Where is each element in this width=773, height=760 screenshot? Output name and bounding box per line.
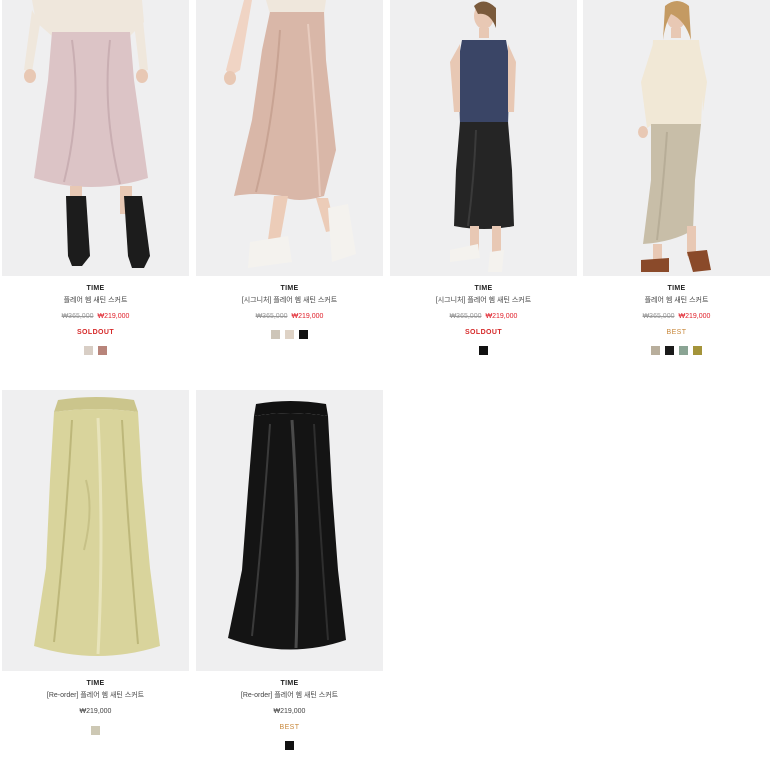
product-card[interactable]: TIME [Re-order] 플레어 헴 새틴 스커트 ₩219,000 BE… <box>196 390 383 750</box>
product-image[interactable] <box>196 390 383 671</box>
color-swatch[interactable] <box>285 741 294 750</box>
sale-price: ₩219,000 <box>291 313 324 320</box>
price: ₩219,000 <box>79 708 112 715</box>
color-swatch[interactable] <box>679 346 688 355</box>
product-card[interactable]: TIME 플레어 헴 새틴 스커트 ₩365,000 ₩219,000 SOLDO… <box>2 0 189 355</box>
color-swatch[interactable] <box>479 346 488 355</box>
original-price: ₩365,000 <box>449 313 482 320</box>
brand-label: TIME <box>86 285 105 292</box>
price-row: ₩219,000 <box>196 707 383 716</box>
price-row: ₩365,000 ₩219,000 <box>583 312 770 321</box>
product-photo-model-pink-skirt <box>2 0 189 276</box>
product-card[interactable]: TIME [Re-order] 플레어 헴 새틴 스커트 ₩219,000 <box>2 390 189 735</box>
sale-price: ₩219,000 <box>97 313 130 320</box>
color-swatch[interactable] <box>299 330 308 339</box>
product-image[interactable] <box>196 0 383 276</box>
color-swatch[interactable] <box>91 726 100 735</box>
best-badge: BEST <box>666 329 687 336</box>
product-photo-model-beige-skirt <box>583 0 770 276</box>
best-badge: BEST <box>279 724 300 731</box>
product-name[interactable]: [시그니처] 플레어 헴 새틴 스커트 <box>390 296 577 305</box>
product-photo-model-black-skirt <box>390 0 577 276</box>
price-row: ₩365,000 ₩219,000 <box>390 312 577 321</box>
price-row: ₩365,000 ₩219,000 <box>196 312 383 321</box>
price: ₩219,000 <box>273 708 306 715</box>
color-swatches <box>2 346 189 355</box>
color-swatches <box>196 741 383 750</box>
product-image[interactable] <box>2 0 189 276</box>
product-name[interactable]: 플레어 헴 새틴 스커트 <box>2 296 189 305</box>
product-name[interactable]: [Re-order] 플레어 헴 새틴 스커트 <box>2 691 189 700</box>
price-row: ₩365,000 ₩219,000 <box>2 312 189 321</box>
soldout-badge: SOLDOUT <box>76 329 115 336</box>
color-swatches <box>583 346 770 355</box>
product-card[interactable]: TIME 플레어 헴 새틴 스커트 ₩365,000 ₩219,000 BEST <box>583 0 770 355</box>
brand-label: TIME <box>280 285 299 292</box>
color-swatch[interactable] <box>665 346 674 355</box>
color-swatch[interactable] <box>285 330 294 339</box>
product-photo-flatlay-gold-skirt <box>2 390 189 671</box>
color-swatch[interactable] <box>84 346 93 355</box>
product-name[interactable]: [시그니처] 플레어 헴 새틴 스커트 <box>196 296 383 305</box>
color-swatch[interactable] <box>271 330 280 339</box>
product-photo-model-blush-skirt <box>196 0 383 276</box>
sale-price: ₩219,000 <box>678 313 711 320</box>
product-image[interactable] <box>583 0 770 276</box>
product-name[interactable]: [Re-order] 플레어 헴 새틴 스커트 <box>196 691 383 700</box>
color-swatches <box>196 330 383 339</box>
product-image[interactable] <box>390 0 577 276</box>
product-card[interactable]: TIME [시그니처] 플레어 헴 새틴 스커트 ₩365,000 ₩219,00… <box>390 0 577 355</box>
product-photo-flatlay-black-skirt <box>196 390 383 671</box>
color-swatch[interactable] <box>651 346 660 355</box>
brand-label: TIME <box>280 680 299 687</box>
product-image[interactable] <box>2 390 189 671</box>
price-row: ₩219,000 <box>2 707 189 716</box>
product-name[interactable]: 플레어 헴 새틴 스커트 <box>583 296 770 305</box>
product-card[interactable]: TIME [시그니처] 플레어 헴 새틴 스커트 ₩365,000 ₩219,00… <box>196 0 383 339</box>
color-swatch[interactable] <box>693 346 702 355</box>
brand-label: TIME <box>474 285 493 292</box>
color-swatches <box>2 726 189 735</box>
original-price: ₩365,000 <box>642 313 675 320</box>
soldout-badge: SOLDOUT <box>464 329 503 336</box>
original-price: ₩365,000 <box>255 313 288 320</box>
color-swatch[interactable] <box>98 346 107 355</box>
brand-label: TIME <box>86 680 105 687</box>
brand-label: TIME <box>667 285 686 292</box>
sale-price: ₩219,000 <box>485 313 518 320</box>
original-price: ₩365,000 <box>61 313 94 320</box>
color-swatches <box>390 346 577 355</box>
